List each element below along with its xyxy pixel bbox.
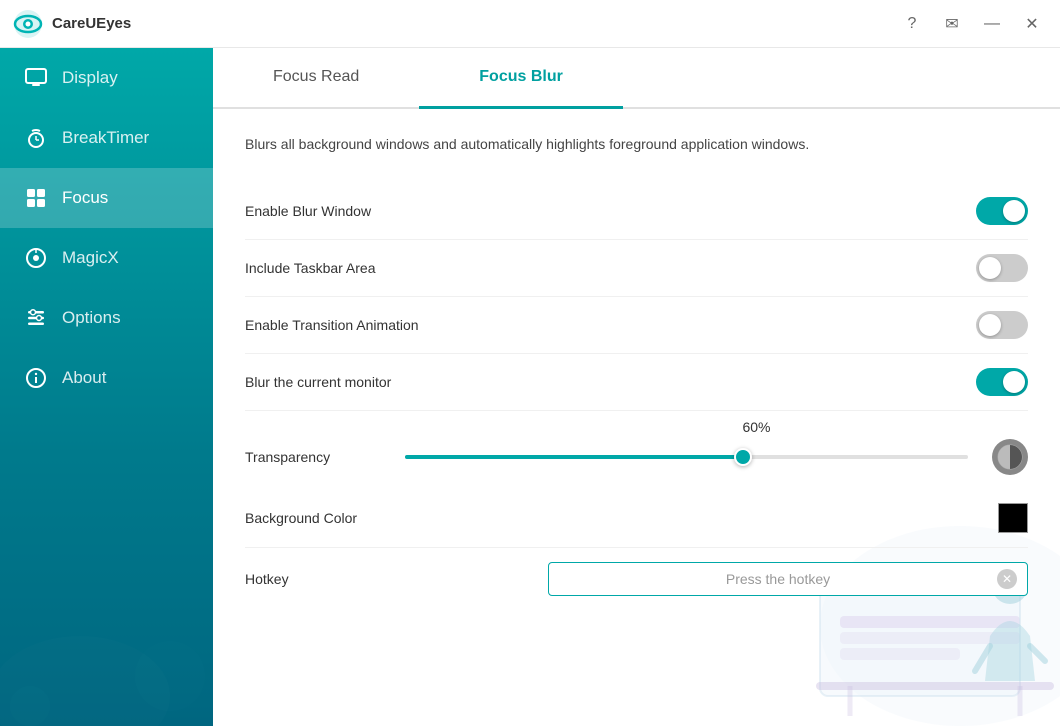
toggle-knob [1003, 200, 1025, 222]
content-area: Focus Read Focus Blur [213, 48, 1060, 726]
enable-blur-window-control [976, 197, 1028, 225]
transparency-percent: 60% [485, 419, 1028, 435]
sidebar-label-display: Display [62, 68, 118, 88]
blur-monitor-toggle[interactable] [976, 368, 1028, 396]
title-bar: CareUEyes ? ✉ — ✕ [0, 0, 1060, 48]
sidebar-label-focus: Focus [62, 188, 108, 208]
hotkey-clear-button[interactable]: ✕ [997, 569, 1017, 589]
sidebar-item-focus[interactable]: Focus [0, 168, 213, 228]
app-logo: CareUEyes [12, 8, 131, 40]
toggle-knob [979, 314, 1001, 336]
transparency-slider-fill [405, 455, 743, 459]
setting-row-include-taskbar: Include Taskbar Area [245, 240, 1028, 297]
sidebar-label-magicx: MagicX [62, 248, 119, 268]
background-color-label: Background Color [245, 510, 998, 526]
sidebar-item-magicx[interactable]: MagicX [0, 228, 213, 288]
transition-animation-toggle[interactable] [976, 311, 1028, 339]
hotkey-control: Press the hotkey ✕ [548, 562, 1028, 596]
tab-focus-read[interactable]: Focus Read [213, 48, 419, 109]
sidebar-label-about: About [62, 368, 106, 388]
transparency-slider-thumb[interactable] [734, 448, 752, 466]
enable-blur-window-toggle[interactable] [976, 197, 1028, 225]
description: Blurs all background windows and automat… [245, 133, 925, 155]
magicx-icon [24, 246, 48, 270]
setting-row-blur-monitor: Blur the current monitor [245, 354, 1028, 411]
about-icon [24, 366, 48, 390]
setting-row-background-color: Background Color [245, 489, 1028, 548]
blur-monitor-label: Blur the current monitor [245, 374, 976, 390]
blur-monitor-control [976, 368, 1028, 396]
window-controls: ? ✉ — ✕ [896, 8, 1048, 40]
sidebar-item-display[interactable]: Display [0, 48, 213, 108]
transparency-icon [992, 439, 1028, 475]
enable-blur-window-label: Enable Blur Window [245, 203, 976, 219]
sidebar-label-breaktimer: BreakTimer [62, 128, 149, 148]
app-title: CareUEyes [52, 15, 131, 32]
background-color-control [998, 503, 1028, 533]
hotkey-placeholder: Press the hotkey [565, 571, 991, 587]
transparency-container: 60% Transparency [245, 411, 1028, 489]
transition-animation-label: Enable Transition Animation [245, 317, 976, 333]
transition-animation-control [976, 311, 1028, 339]
minimize-button[interactable]: — [976, 8, 1008, 40]
setting-row-hotkey: Hotkey Press the hotkey ✕ [245, 548, 1028, 610]
include-taskbar-toggle[interactable] [976, 254, 1028, 282]
close-button[interactable]: ✕ [1016, 8, 1048, 40]
toggle-knob [1003, 371, 1025, 393]
settings-content: Blurs all background windows and automat… [213, 109, 1060, 726]
sidebar-decoration [0, 566, 213, 726]
include-taskbar-control [976, 254, 1028, 282]
main-layout: Display BreakTimer [0, 48, 1060, 726]
setting-row-transition-animation: Enable Transition Animation [245, 297, 1028, 354]
hotkey-label: Hotkey [245, 571, 548, 587]
sidebar-item-about[interactable]: About [0, 348, 213, 408]
breaktimer-icon [24, 126, 48, 150]
transparency-label: Transparency [245, 449, 405, 465]
display-icon [24, 66, 48, 90]
options-icon [24, 306, 48, 330]
tab-bar: Focus Read Focus Blur [213, 48, 1060, 109]
setting-row-enable-blur-window: Enable Blur Window [245, 183, 1028, 240]
hotkey-input-box[interactable]: Press the hotkey ✕ [548, 562, 1028, 596]
transparency-row: Transparency [245, 439, 1028, 475]
logo-icon [12, 8, 44, 40]
transparency-slider-track[interactable] [405, 455, 968, 459]
sidebar-label-options: Options [62, 308, 121, 328]
transparency-slider-area [405, 439, 1028, 475]
include-taskbar-label: Include Taskbar Area [245, 260, 976, 276]
background-color-swatch[interactable] [998, 503, 1028, 533]
sidebar: Display BreakTimer [0, 48, 213, 726]
focus-icon [24, 186, 48, 210]
tab-focus-blur[interactable]: Focus Blur [419, 48, 623, 109]
help-button[interactable]: ? [896, 8, 928, 40]
toggle-knob [979, 257, 1001, 279]
sidebar-item-options[interactable]: Options [0, 288, 213, 348]
mail-button[interactable]: ✉ [936, 8, 968, 40]
sidebar-item-breaktimer[interactable]: BreakTimer [0, 108, 213, 168]
